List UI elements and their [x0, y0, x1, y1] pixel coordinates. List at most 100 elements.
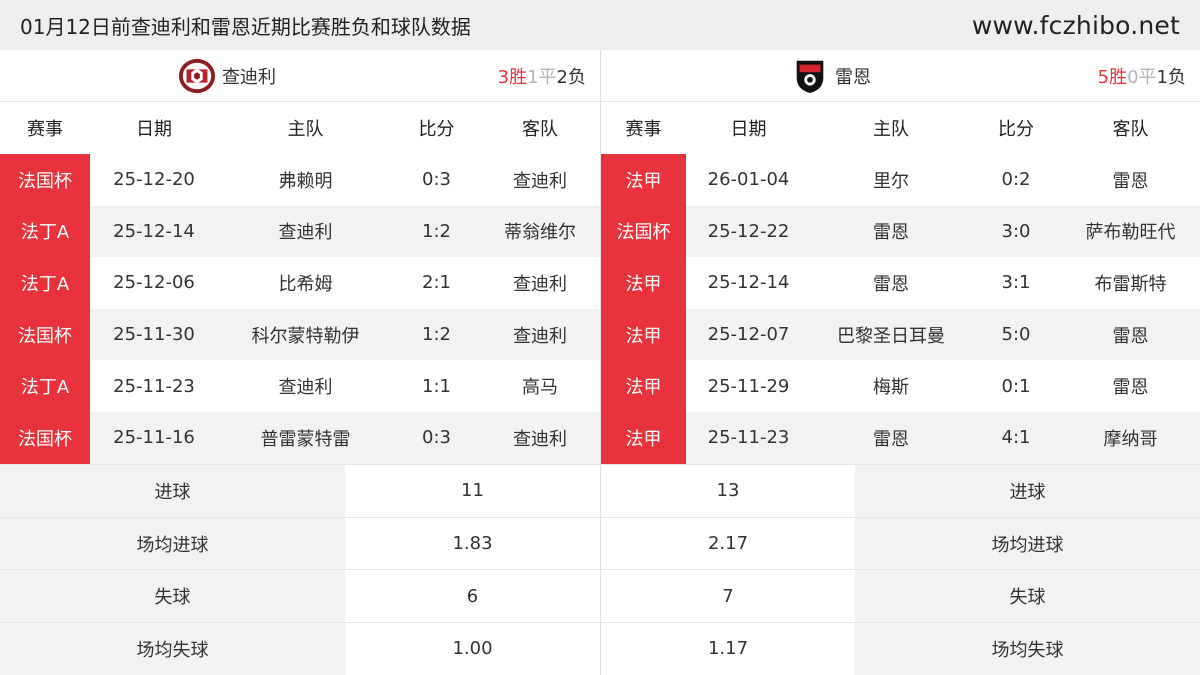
stats-row: 进球 11 13 进球: [0, 464, 1200, 517]
match-score[interactable]: 5:0: [971, 324, 1061, 345]
away-team[interactable]: 查迪利: [480, 322, 600, 348]
col-home: 主队: [287, 119, 324, 140]
home-team[interactable]: 里尔: [811, 167, 971, 193]
right-wins: 5胜: [1097, 67, 1128, 88]
away-team[interactable]: 雷恩: [1061, 373, 1200, 399]
match-score[interactable]: 3:0: [971, 221, 1061, 242]
left-team-header: 查迪利 3胜 1平 2负: [0, 50, 600, 102]
match-score[interactable]: 3:1: [971, 272, 1061, 293]
table-row[interactable]: 法甲 25-12-07 巴黎圣日耳曼 5:0 雷恩: [601, 308, 1200, 361]
home-team[interactable]: 普雷蒙特雷: [218, 425, 393, 451]
table-row[interactable]: 法甲 25-12-14 雷恩 3:1 布雷斯特: [601, 257, 1200, 309]
competition-badge: 法国杯: [601, 205, 686, 258]
home-team[interactable]: 雷恩: [811, 270, 971, 296]
away-team[interactable]: 查迪利: [480, 167, 600, 193]
away-team[interactable]: 雷恩: [1061, 322, 1200, 348]
table-row[interactable]: 法甲 25-11-29 梅斯 0:1 雷恩: [601, 360, 1200, 412]
stats-row: 场均失球 1.00 1.17 场均失球: [0, 622, 1200, 675]
rennes-crest-icon: [796, 60, 824, 94]
right-team-title[interactable]: 雷恩: [791, 50, 871, 102]
table-row[interactable]: 法丁A 25-12-14 查迪利 1:2 蒂翁维尔: [0, 205, 600, 258]
left-wins: 3胜: [497, 67, 528, 88]
stat-value-left: 1.00: [452, 638, 493, 660]
away-team[interactable]: 萨布勒旺代: [1061, 218, 1200, 244]
chantilly-crest-icon: [178, 58, 216, 94]
table-row[interactable]: 法国杯 25-11-30 科尔蒙特勒伊 1:2 查迪利: [0, 308, 600, 361]
right-team-panel: 雷恩 5胜 0平 1负 赛事 日期 主队 比分 客队 法甲 26-01-04 里尔 0…: [600, 50, 1200, 464]
competition-badge: 法甲: [601, 154, 686, 206]
stat-value-right: 2.17: [600, 517, 855, 570]
stat-value-left: 1.83: [452, 533, 493, 555]
match-score[interactable]: 0:1: [971, 376, 1061, 397]
stats-table: 进球 11 13 进球 场均进球 1.83 2.17 场均进球 失球 6 7 失球 场均失球 1.00 1.…: [0, 464, 1200, 675]
match-date: 25-11-30: [113, 324, 195, 346]
left-draws: 1平: [527, 67, 557, 88]
table-row[interactable]: 法甲 25-11-23 雷恩 4:1 摩纳哥: [601, 411, 1200, 464]
away-team[interactable]: 雷恩: [1061, 167, 1200, 193]
left-table-header: 赛事 日期 主队 比分 客队: [0, 102, 600, 154]
table-row[interactable]: 法国杯 25-12-20 弗赖明 0:3 查迪利: [0, 154, 600, 206]
right-team-header: 雷恩 5胜 0平 1负: [601, 50, 1200, 102]
away-team[interactable]: 布雷斯特: [1061, 270, 1200, 296]
site-url[interactable]: www.fczhibo.net: [972, 11, 1180, 40]
competition-badge: 法甲: [601, 257, 686, 309]
stat-label-left: 场均进球: [0, 517, 345, 570]
match-date: 25-12-22: [707, 220, 790, 242]
match-score[interactable]: 2:1: [393, 272, 480, 293]
right-draws: 0平: [1127, 67, 1157, 88]
match-date: 25-12-07: [707, 324, 790, 346]
away-team[interactable]: 高马: [480, 373, 600, 399]
stat-label-left: 失球: [0, 570, 345, 623]
competition-badge: 法甲: [601, 411, 686, 464]
match-date: 25-12-14: [707, 272, 790, 294]
home-team[interactable]: 巴黎圣日耳曼: [811, 322, 971, 348]
match-score[interactable]: 0:3: [393, 427, 480, 448]
home-team[interactable]: 弗赖明: [218, 167, 393, 193]
competition-badge: 法丁A: [0, 360, 90, 412]
match-date: 25-11-16: [113, 427, 195, 449]
left-match-list: 法国杯 25-12-20 弗赖明 0:3 查迪利 法丁A 25-12-14 查迪利 1:2 蒂翁维…: [0, 154, 600, 464]
table-row[interactable]: 法国杯 25-11-16 普雷蒙特雷 0:3 查迪利: [0, 411, 600, 464]
left-team-title[interactable]: 查迪利: [178, 50, 276, 102]
competition-badge: 法国杯: [0, 411, 90, 464]
match-score[interactable]: 1:2: [393, 324, 480, 345]
right-table-header: 赛事 日期 主队 比分 客队: [601, 102, 1200, 154]
home-team[interactable]: 雷恩: [811, 425, 971, 451]
match-score[interactable]: 4:1: [971, 427, 1061, 448]
home-team[interactable]: 科尔蒙特勒伊: [218, 322, 393, 348]
left-team-name: 查迪利: [222, 67, 276, 88]
home-team[interactable]: 查迪利: [218, 373, 393, 399]
home-team[interactable]: 梅斯: [811, 373, 971, 399]
away-team[interactable]: 摩纳哥: [1061, 425, 1200, 451]
match-date: 25-11-23: [113, 375, 195, 397]
left-team-record: 3胜 1平 2负: [498, 50, 586, 102]
competition-badge: 法甲: [601, 360, 686, 412]
table-row[interactable]: 法甲 26-01-04 里尔 0:2 雷恩: [601, 154, 1200, 206]
stat-label-left: 场均失球: [0, 623, 345, 675]
home-team[interactable]: 比希姆: [218, 270, 393, 296]
match-date: 26-01-04: [707, 169, 790, 191]
match-score[interactable]: 1:1: [393, 376, 480, 397]
col-score: 比分: [418, 119, 455, 140]
match-date: 25-11-29: [707, 375, 790, 397]
right-match-list: 法甲 26-01-04 里尔 0:2 雷恩 法国杯 25-12-22 雷恩 3:0 萨布勒旺代 法甲…: [601, 154, 1200, 464]
match-score[interactable]: 1:2: [393, 221, 480, 242]
table-row[interactable]: 法国杯 25-12-22 雷恩 3:0 萨布勒旺代: [601, 205, 1200, 258]
stat-label-right: 场均进球: [855, 517, 1200, 570]
home-team[interactable]: 查迪利: [218, 218, 393, 244]
col-competition: 赛事: [625, 119, 662, 140]
right-team-name: 雷恩: [835, 67, 871, 88]
table-row[interactable]: 法丁A 25-12-06 比希姆 2:1 查迪利: [0, 257, 600, 309]
away-team[interactable]: 查迪利: [480, 425, 600, 451]
table-row[interactable]: 法丁A 25-11-23 查迪利 1:1 高马: [0, 360, 600, 412]
col-score: 比分: [998, 119, 1034, 140]
away-team[interactable]: 查迪利: [480, 270, 600, 296]
stat-value-right: 7: [600, 570, 855, 623]
match-score[interactable]: 0:3: [393, 169, 480, 190]
stat-label-right: 进球: [855, 465, 1200, 517]
home-team[interactable]: 雷恩: [811, 218, 971, 244]
col-away: 客队: [1112, 119, 1149, 140]
competition-badge: 法国杯: [0, 154, 90, 206]
match-score[interactable]: 0:2: [971, 169, 1061, 190]
away-team[interactable]: 蒂翁维尔: [480, 218, 600, 244]
